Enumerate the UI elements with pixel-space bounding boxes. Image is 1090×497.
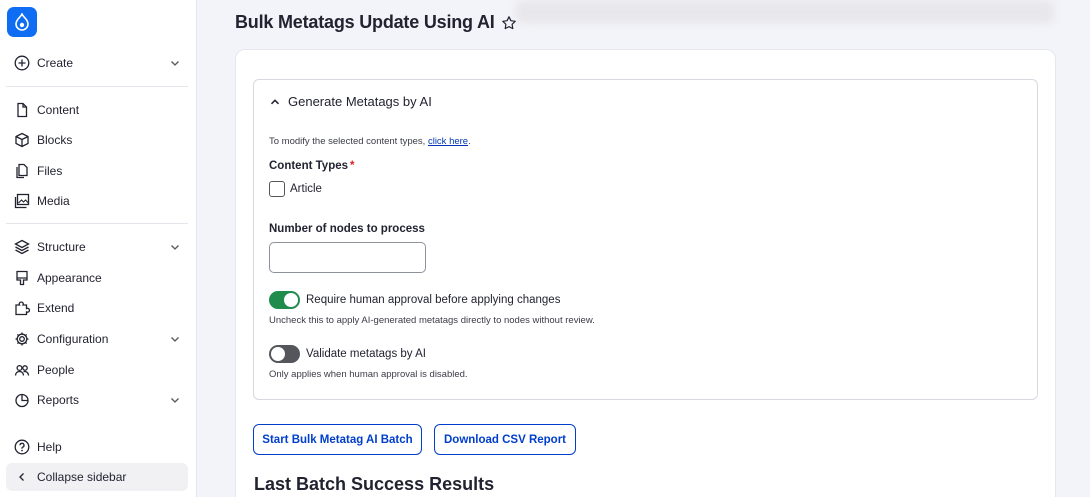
toggle-knob	[284, 293, 298, 307]
require-approval-toggle[interactable]	[269, 291, 300, 309]
image-icon	[13, 193, 30, 210]
required-marker: *	[350, 160, 355, 172]
sidebar-item-label: Reports	[37, 393, 80, 407]
layers-icon	[13, 239, 30, 256]
require-approval-description: Uncheck this to apply AI-generated metat…	[269, 315, 595, 326]
sidebar-item-people[interactable]: People	[6, 356, 188, 384]
chevron-down-icon[interactable]	[168, 393, 182, 407]
sidebar-item-appearance[interactable]: Appearance	[6, 264, 188, 292]
plus-circle-icon	[13, 55, 30, 72]
sidebar-item-label: Content	[37, 103, 80, 117]
chevron-down-icon[interactable]	[168, 56, 182, 70]
nav-divider	[6, 223, 188, 224]
sidebar-item-label: Help	[37, 440, 62, 454]
require-approval-label: Require human approval before applying c…	[306, 294, 561, 306]
drupal-logo-icon[interactable]	[7, 7, 37, 37]
sidebar-item-label: Blocks	[37, 133, 73, 147]
sidebar-item-files[interactable]: Files	[6, 157, 188, 185]
sidebar-item-reports[interactable]: Reports	[6, 386, 188, 414]
sidebar-item-label: Structure	[37, 240, 86, 254]
paint-brush-icon	[13, 270, 30, 287]
label-text: Content Types	[269, 160, 349, 172]
generate-metatags-summary[interactable]: Generate Metatags by AI	[268, 94, 432, 109]
page-title-text: Bulk Metatags Update Using AI	[235, 12, 495, 32]
collapse-sidebar-button[interactable]: Collapse sidebar	[6, 463, 188, 491]
document-icon	[13, 102, 30, 119]
content-types-label: Content Types *	[269, 160, 355, 172]
sidebar-item-structure[interactable]: Structure	[6, 233, 188, 261]
star-icon[interactable]	[501, 15, 517, 31]
sidebar-item-label: People	[37, 363, 75, 377]
sidebar-item-label: Media	[37, 194, 70, 208]
sidebar-item-label: Extend	[37, 301, 75, 315]
header-toolbar-shadow	[515, 0, 1055, 24]
chevron-down-icon[interactable]	[168, 332, 182, 346]
nodes-to-process-label: Number of nodes to process	[269, 223, 425, 235]
chevron-left-icon	[13, 469, 30, 486]
sidebar-item-label: Configuration	[37, 332, 109, 346]
section-title: Generate Metatags by AI	[288, 94, 432, 109]
modify-content-types-hint: To modify the selected content types, cl…	[269, 136, 471, 147]
toggle-knob	[271, 347, 285, 361]
chevron-down-icon[interactable]	[168, 240, 182, 254]
download-csv-button[interactable]: Download CSV Report	[434, 424, 576, 455]
people-icon	[13, 362, 30, 379]
validate-metatags-label: Validate metatags by AI	[306, 348, 426, 360]
sidebar-item-media[interactable]: Media	[6, 187, 188, 215]
validate-metatags-description: Only applies when human approval is disa…	[269, 369, 468, 380]
start-batch-button[interactable]: Start Bulk Metatag AI Batch	[253, 424, 422, 455]
sidebar-item-blocks[interactable]: Blocks	[6, 126, 188, 154]
hint-suffix: .	[468, 136, 471, 147]
files-icon	[13, 163, 30, 180]
admin-sidebar: Create Content Blocks Files Media Struct…	[0, 0, 197, 497]
nodes-to-process-input[interactable]	[269, 242, 426, 273]
pie-chart-icon	[13, 392, 30, 409]
sidebar-item-create[interactable]: Create	[6, 49, 188, 77]
puzzle-icon	[13, 300, 30, 317]
click-here-link[interactable]: click here	[428, 136, 468, 147]
gear-icon	[13, 331, 30, 348]
question-circle-icon	[13, 439, 30, 456]
sidebar-item-extend[interactable]: Extend	[6, 294, 188, 322]
sidebar-item-label: Appearance	[37, 271, 102, 285]
sidebar-item-configuration[interactable]: Configuration	[6, 325, 188, 353]
sidebar-item-label: Create	[37, 56, 74, 70]
page-title: Bulk Metatags Update Using AI	[235, 12, 517, 33]
sidebar-item-content[interactable]: Content	[6, 96, 188, 124]
validate-metatags-toggle[interactable]	[269, 345, 300, 363]
article-checkbox-label[interactable]: Article	[290, 183, 322, 195]
cube-icon	[13, 132, 30, 149]
article-checkbox[interactable]	[269, 181, 285, 197]
hint-text: To modify the selected content types,	[269, 136, 428, 147]
results-section-title: Last Batch Success Results	[254, 474, 495, 494]
sidebar-item-help[interactable]: Help	[6, 433, 188, 461]
chevron-up-icon	[268, 95, 282, 109]
sidebar-item-label: Files	[37, 164, 63, 178]
sidebar-item-label: Collapse sidebar	[37, 470, 127, 484]
nav-divider	[6, 86, 188, 87]
